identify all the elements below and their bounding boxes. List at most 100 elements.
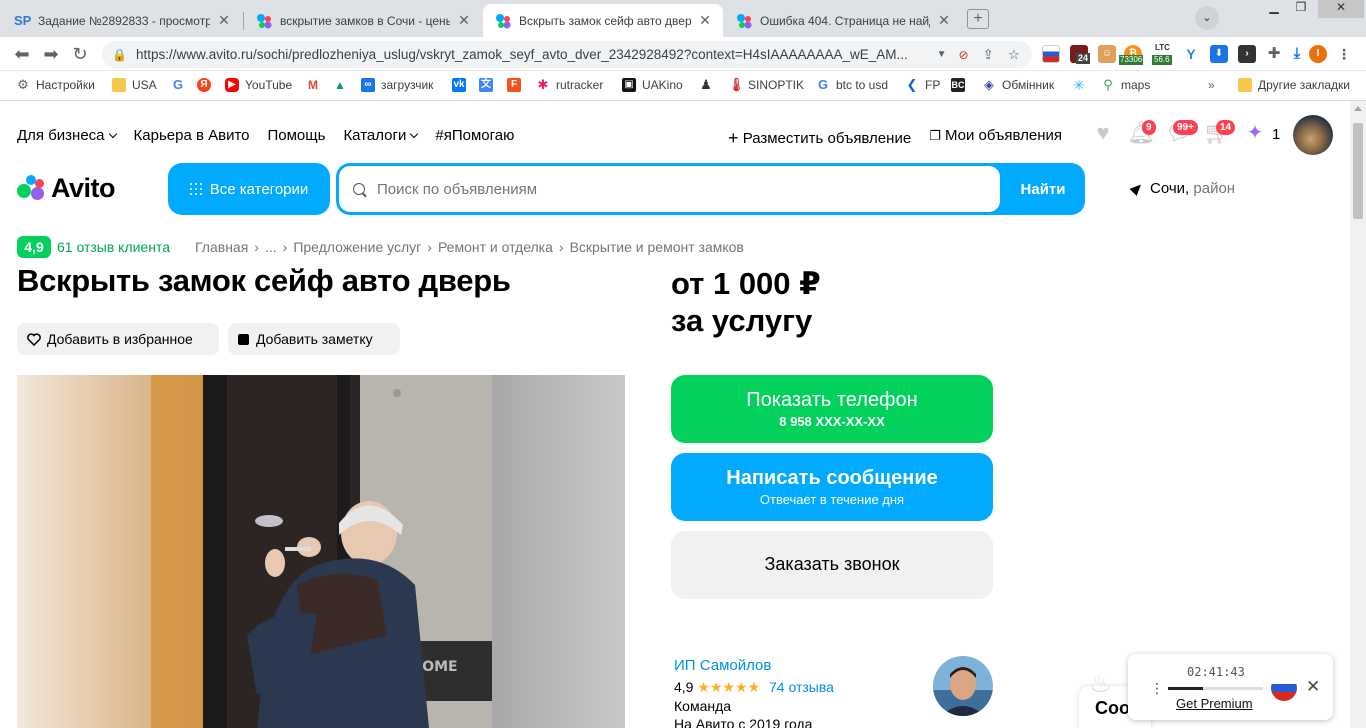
chrome-menu-icon[interactable]: ⋮: [1335, 45, 1353, 63]
scrollbar-thumb[interactable]: [1353, 123, 1363, 219]
bookmark-sinoptik[interactable]: 🌡 SINOPTIK: [728, 78, 804, 93]
bookmark-other[interactable]: Другие закладки: [1238, 78, 1350, 92]
all-categories-button[interactable]: Все категории: [168, 163, 330, 215]
seller-reviews-link[interactable]: 74 отзыва: [769, 679, 834, 695]
bookmark-settings[interactable]: ⚙ Настройки: [16, 78, 95, 93]
bookmark-person[interactable]: ♟: [699, 78, 719, 92]
maximize-icon[interactable]: ❐: [1288, 0, 1314, 18]
new-tab-button[interactable]: +: [967, 9, 989, 29]
shield-extension-icon[interactable]: 24: [1070, 45, 1091, 64]
bookmark-gmail[interactable]: M: [306, 78, 326, 92]
close-icon[interactable]: ✕: [1306, 677, 1320, 697]
show-phone-button[interactable]: Показать телефон 8 958 XXX-XX-XX: [671, 375, 993, 443]
search-icon: [353, 183, 365, 195]
browser-tab[interactable]: SP Задание №2892833 - просмотр з ✕: [2, 4, 242, 37]
seller-name[interactable]: ИП Самойлов: [674, 657, 834, 674]
bookmark-fp[interactable]: ❮ FP: [905, 78, 941, 93]
bc-icon: BC: [951, 78, 965, 92]
my-ads-link[interactable]: ❐ Мои объявления: [929, 127, 1062, 148]
close-tab-icon[interactable]: ✕: [936, 12, 952, 29]
search-bar: Поиск по объявлениям Найти: [336, 163, 1085, 215]
tab-search-icon[interactable]: ⌄: [1195, 6, 1219, 30]
breadcrumb-repair[interactable]: Ремонт и отделка: [438, 239, 553, 255]
bookmark-youtube[interactable]: ▶ YouTube: [225, 78, 292, 92]
bookmark-google[interactable]: G: [171, 78, 191, 92]
ltc-price-badge: 56.6: [1152, 55, 1172, 65]
bookmark-yandex[interactable]: Я: [197, 78, 217, 92]
folder-icon: [1238, 78, 1252, 92]
bookmark-exchanger[interactable]: ◈ Обмінник: [982, 78, 1054, 93]
page-scrollbar[interactable]: [1350, 101, 1366, 728]
breadcrumb-services[interactable]: Предложение услуг: [293, 239, 421, 255]
bookmarks-overflow[interactable]: »: [1208, 78, 1215, 92]
forward-icon[interactable]: ➡: [41, 44, 61, 64]
bookmark-snowflake[interactable]: ✳: [1072, 78, 1092, 92]
terminal-extension-icon[interactable]: ›: [1238, 45, 1256, 63]
breadcrumb-ellipsis[interactable]: ...: [265, 239, 277, 255]
browser-tab[interactable]: Ошибка 404. Страница не найде ✕: [724, 4, 962, 37]
cat-extension-icon[interactable]: ☺: [1098, 45, 1116, 63]
search-input[interactable]: Поиск по объявлениям: [339, 166, 1000, 212]
avito-logo[interactable]: Avito: [17, 173, 116, 204]
write-message-button[interactable]: Написать сообщение Отвечает в течение дн…: [671, 453, 993, 521]
bookmark-bc[interactable]: BC: [951, 78, 971, 92]
scroll-up-icon[interactable]: [1354, 106, 1362, 111]
more-icon[interactable]: ⋮: [1150, 680, 1164, 697]
downloads-icon[interactable]: ⤓: [1288, 45, 1306, 63]
order-call-button[interactable]: Заказать звонок: [671, 531, 993, 599]
bookmark-folder-usa[interactable]: USA: [112, 78, 157, 92]
reload-icon[interactable]: ↻: [70, 44, 90, 64]
seller-avatar[interactable]: [933, 656, 993, 716]
dropdown-icon[interactable]: ▼: [937, 49, 947, 60]
browser-tab-active[interactable]: Вскрыть замок сейф авто дверь ✕: [483, 4, 723, 37]
reviews-link[interactable]: 61 отзыв клиента: [57, 239, 170, 255]
download-extension-icon[interactable]: ⬇: [1210, 45, 1228, 63]
bookmark-maps[interactable]: ⚲ maps: [1101, 78, 1150, 93]
bonus-ticket-icon[interactable]: ✦: [1240, 118, 1270, 148]
timer-progress: [1168, 687, 1263, 690]
share-icon[interactable]: ⇪: [983, 47, 994, 63]
y-extension-icon[interactable]: Y: [1182, 45, 1200, 63]
nav-career[interactable]: Карьера в Авито: [134, 127, 250, 144]
ru-flag-icon[interactable]: [1042, 45, 1060, 63]
location-selector[interactable]: Сочи, район: [1129, 180, 1235, 197]
search-button[interactable]: Найти: [1001, 163, 1085, 215]
url-field[interactable]: 🔒 https://www.avito.ru/sochi/predlozheni…: [102, 41, 1032, 68]
puzzle-extensions-icon[interactable]: ✚: [1265, 45, 1283, 63]
user-avatar[interactable]: [1293, 115, 1333, 155]
window-close-icon[interactable]: ✕: [1318, 0, 1364, 18]
bookmark-btc-usd[interactable]: Gbtc to usd: [816, 78, 888, 93]
bookmark-rutracker[interactable]: ✱ rutracker: [536, 78, 604, 93]
bookmark-uakino[interactable]: ▣ UAKino: [622, 78, 683, 92]
bookmark-translate[interactable]: 文: [479, 78, 499, 92]
browser-tab[interactable]: вскрытие замков в Сочи - цены ✕: [244, 4, 482, 37]
get-premium-link[interactable]: Get Premium: [1176, 696, 1253, 711]
close-tab-icon[interactable]: ✕: [697, 12, 713, 29]
nav-help[interactable]: Помощь: [268, 127, 326, 144]
minimize-icon[interactable]: ▁: [1261, 0, 1287, 18]
bookmark-vk[interactable]: vk: [452, 78, 472, 92]
close-tab-icon[interactable]: ✕: [456, 12, 472, 29]
add-favorite-button[interactable]: Добавить в избранное: [17, 323, 219, 355]
tab-title: Вскрыть замок сейф авто дверь: [519, 13, 691, 28]
breadcrumb-home[interactable]: Главная: [195, 239, 248, 255]
bookmark-f[interactable]: F: [507, 78, 527, 92]
ltc-label: LTC: [1155, 43, 1170, 52]
close-tab-icon[interactable]: ✕: [216, 12, 232, 29]
ru-flag-icon[interactable]: [1271, 675, 1297, 701]
drive-icon: ▲: [334, 78, 346, 92]
nav-i-help[interactable]: #яПомогаю: [435, 127, 514, 144]
breadcrumb-locks[interactable]: Вскрытие и ремонт замков: [570, 239, 744, 255]
post-ad-link[interactable]: + Разместить объявление: [728, 127, 911, 148]
nav-catalogs[interactable]: Каталоги: [343, 127, 417, 144]
back-icon[interactable]: ⬅: [12, 44, 32, 64]
camera-blocked-icon[interactable]: ⊘: [959, 48, 969, 62]
bookmark-star-icon[interactable]: ☆: [1008, 47, 1020, 63]
listing-photo[interactable]: LCOME: [17, 375, 625, 728]
bookmark-downloader[interactable]: ∞ загрузчик: [361, 78, 433, 92]
favorites-heart-icon[interactable]: ♥: [1088, 118, 1118, 148]
bookmark-drive[interactable]: ▲: [333, 78, 353, 92]
add-note-button[interactable]: Добавить заметку: [228, 323, 400, 355]
profile-icon[interactable]: I: [1309, 45, 1327, 63]
nav-business[interactable]: Для бизнеса: [17, 127, 116, 144]
